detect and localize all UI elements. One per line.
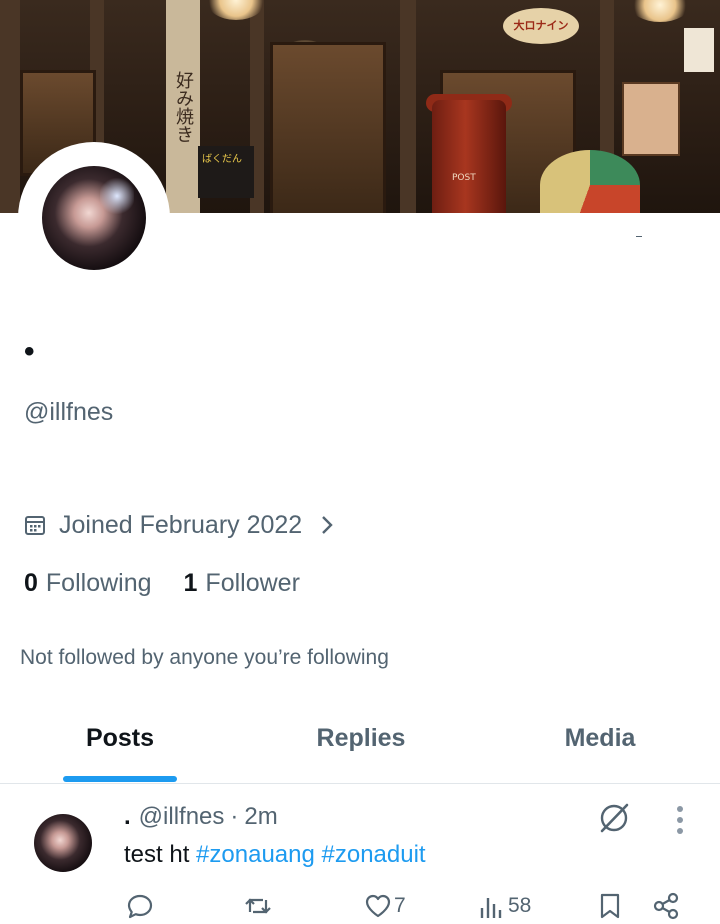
joined-date-row[interactable]: Joined February 2022 — [24, 508, 334, 542]
following-label: Following — [45, 569, 152, 597]
views-count: 58 — [508, 894, 532, 917]
shop-sign: 大ロナイン — [503, 8, 579, 44]
like-button[interactable]: 7 — [364, 888, 406, 924]
following-count: 0 — [24, 569, 38, 597]
post-header: . @illfnes · 2m — [124, 801, 278, 833]
followers-label: Follower — [205, 569, 300, 597]
grok-icon[interactable] — [596, 800, 632, 836]
umbrella — [540, 150, 640, 213]
profile-tabs: Posts Replies Media — [0, 706, 720, 784]
followed-by-note: Not followed by anyone you’re following — [20, 646, 389, 669]
reply-button[interactable] — [126, 888, 154, 924]
post-time[interactable]: 2m — [244, 801, 277, 833]
bookmark-icon — [600, 893, 620, 919]
reply-icon — [127, 894, 153, 919]
share-icon — [653, 892, 679, 920]
views-button[interactable]: 58 — [478, 888, 531, 924]
active-tab-indicator — [63, 776, 177, 782]
repost-button[interactable] — [244, 888, 272, 924]
profile-avatar[interactable] — [42, 166, 146, 270]
followers-link[interactable]: 1 Follower — [184, 566, 300, 600]
following-link[interactable]: 0 Following — [24, 566, 152, 600]
user-handle: @illfnes — [24, 398, 114, 426]
postbox-label: POST — [452, 173, 476, 183]
joined-date: Joined February 2022 — [59, 510, 303, 539]
follow-stats: 0 Following 1 Follower — [24, 566, 300, 600]
repost-icon — [245, 898, 271, 914]
bookmark-button[interactable] — [596, 888, 624, 924]
calendar-icon — [25, 516, 45, 535]
wall-poster — [622, 82, 680, 156]
post-avatar[interactable] — [34, 814, 92, 872]
more-options-icon[interactable] — [670, 803, 690, 837]
hanging-paper — [684, 28, 714, 72]
post-author-name[interactable]: . — [124, 801, 131, 833]
divider-mark — [636, 236, 642, 237]
hashtag-link[interactable]: #zonauang — [196, 841, 315, 868]
post-separator: · — [230, 803, 239, 830]
tab-media[interactable]: Media — [546, 720, 654, 756]
tab-replies[interactable]: Replies — [300, 720, 422, 756]
display-name: • — [24, 335, 35, 368]
tab-posts[interactable]: Posts — [63, 720, 177, 756]
hashtag-link[interactable]: #zonaduit — [322, 841, 426, 868]
share-button[interactable] — [652, 888, 680, 924]
post-text: test ht #zonauang #zonaduit — [124, 839, 426, 871]
like-count: 7 — [394, 894, 406, 917]
post-author-handle[interactable]: @illfnes — [139, 801, 225, 833]
postbox — [432, 100, 506, 213]
menu-board: ばくだん — [198, 146, 254, 198]
shop-vertical-sign: 好み焼き — [166, 0, 200, 213]
heart-icon — [365, 894, 391, 918]
followers-count: 1 — [183, 569, 198, 597]
views-icon — [480, 898, 502, 918]
chevron-right-icon — [322, 516, 333, 534]
post-actions: 7 58 — [0, 888, 720, 924]
post-text-plain: test ht — [124, 841, 190, 868]
